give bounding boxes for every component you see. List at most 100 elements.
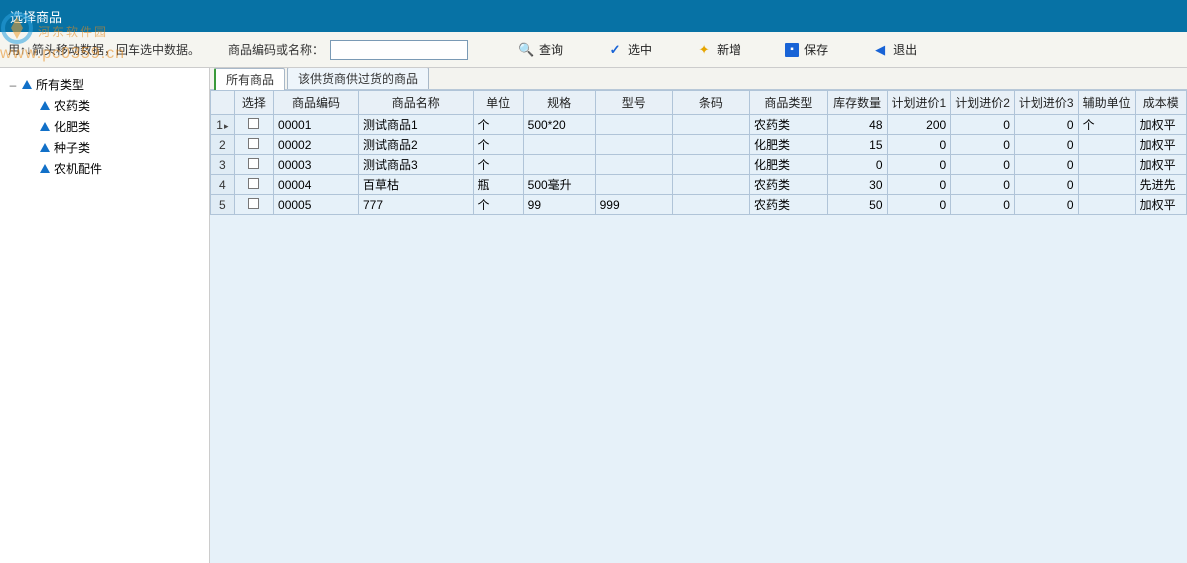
tree-item-3[interactable]: 农机配件 — [4, 158, 205, 179]
cell-barcode — [672, 195, 749, 215]
query-label: 查询 — [539, 41, 563, 58]
col-name[interactable]: 商品名称 — [359, 91, 474, 115]
grid-scroll[interactable]: 选择 商品编码 商品名称 单位 规格 型号 条码 商品类型 库存数量 计划进价1… — [210, 90, 1187, 563]
col-p1[interactable]: 计划进价1 — [887, 91, 951, 115]
cell-name: 测试商品2 — [359, 135, 474, 155]
tab-supplier-products[interactable]: 该供货商供过货的商品 — [287, 68, 429, 89]
query-button[interactable]: 🔍 查询 — [508, 38, 573, 61]
arrow-up-icon — [40, 101, 50, 110]
cell-name: 777 — [359, 195, 474, 215]
select-button[interactable]: 选中 — [597, 38, 662, 61]
cell-cost: 加权平 — [1135, 195, 1186, 215]
tab-all-products[interactable]: 所有商品 — [214, 68, 285, 90]
window-title: 选择商品 — [10, 7, 62, 26]
cell-p1: 0 — [887, 135, 951, 155]
tree-item-label: 农药类 — [54, 97, 90, 114]
toolbar-hint: 用↑↓箭头移动数据，回车选中数据。 — [8, 41, 200, 58]
arrow-up-icon — [40, 122, 50, 131]
table-row[interactable]: 300003测试商品3个化肥类0000加权平 — [211, 155, 1187, 175]
table-row[interactable]: 500005777个99999农药类50000加权平 — [211, 195, 1187, 215]
category-tree: – 所有类型 农药类 化肥类 种子类 农机配件 — [0, 68, 210, 563]
search-label: 商品编码或名称： — [228, 41, 324, 58]
cell-spec — [523, 155, 595, 175]
cell-code: 00004 — [274, 175, 359, 195]
cell-stock: 50 — [827, 195, 887, 215]
cell-p2: 0 — [951, 175, 1015, 195]
cell-p2: 0 — [951, 195, 1015, 215]
tree-root[interactable]: – 所有类型 — [4, 74, 205, 95]
row-select[interactable] — [234, 115, 273, 135]
cell-p3: 0 — [1014, 175, 1078, 195]
table-row[interactable]: 200002测试商品2个化肥类15000加权平 — [211, 135, 1187, 155]
row-select[interactable] — [234, 195, 273, 215]
tabs: 所有商品 该供货商供过货的商品 — [210, 68, 1187, 90]
row-select[interactable] — [234, 175, 273, 195]
cell-barcode — [672, 175, 749, 195]
cell-model — [595, 175, 672, 195]
tree-item-2[interactable]: 种子类 — [4, 137, 205, 158]
cell-p3: 0 — [1014, 115, 1078, 135]
cell-code: 00003 — [274, 155, 359, 175]
row-number: 3 — [211, 155, 235, 175]
cell-barcode — [672, 115, 749, 135]
cell-cost: 加权平 — [1135, 135, 1186, 155]
add-button[interactable]: 新增 — [686, 38, 751, 61]
cell-model — [595, 115, 672, 135]
cell-code: 00001 — [274, 115, 359, 135]
row-select[interactable] — [234, 135, 273, 155]
cell-type: 农药类 — [750, 115, 828, 135]
col-spec[interactable]: 规格 — [523, 91, 595, 115]
save-button[interactable]: 保存 — [775, 38, 838, 61]
cell-unit: 个 — [473, 135, 523, 155]
col-barcode[interactable]: 条码 — [672, 91, 749, 115]
cell-type: 化肥类 — [750, 135, 828, 155]
row-select[interactable] — [234, 155, 273, 175]
select-label: 选中 — [628, 41, 652, 58]
save-label: 保存 — [804, 41, 828, 58]
cell-cost: 先进先 — [1135, 175, 1186, 195]
col-cost[interactable]: 成本模 — [1135, 91, 1186, 115]
cell-spec — [523, 135, 595, 155]
exit-button[interactable]: 退出 — [862, 38, 927, 61]
tree-item-1[interactable]: 化肥类 — [4, 116, 205, 137]
cell-stock: 15 — [827, 135, 887, 155]
col-code[interactable]: 商品编码 — [274, 91, 359, 115]
col-select[interactable]: 选择 — [234, 91, 273, 115]
col-aunit[interactable]: 辅助单位 — [1078, 91, 1135, 115]
table-row[interactable]: 1▸00001测试商品1个500*20农药类4820000个加权平 — [211, 115, 1187, 135]
col-type[interactable]: 商品类型 — [750, 91, 828, 115]
col-p2[interactable]: 计划进价2 — [951, 91, 1015, 115]
arrow-up-icon — [22, 80, 32, 89]
cell-barcode — [672, 155, 749, 175]
row-number: 1▸ — [211, 115, 235, 135]
tree-item-label: 化肥类 — [54, 118, 90, 135]
cell-p1: 0 — [887, 175, 951, 195]
table-row[interactable]: 400004百草枯瓶500毫升农药类30000先进先 — [211, 175, 1187, 195]
cell-code: 00002 — [274, 135, 359, 155]
col-unit[interactable]: 单位 — [473, 91, 523, 115]
cell-stock: 48 — [827, 115, 887, 135]
cell-stock: 0 — [827, 155, 887, 175]
cell-spec: 500*20 — [523, 115, 595, 135]
cell-barcode — [672, 135, 749, 155]
cell-name: 百草枯 — [359, 175, 474, 195]
check-icon — [607, 42, 623, 58]
cell-aunit — [1078, 195, 1135, 215]
exit-icon — [872, 42, 888, 58]
cell-aunit — [1078, 135, 1135, 155]
cell-p1: 200 — [887, 115, 951, 135]
cell-p2: 0 — [951, 155, 1015, 175]
cell-type: 农药类 — [750, 175, 828, 195]
toolbar: 用↑↓箭头移动数据，回车选中数据。 商品编码或名称： 🔍 查询 选中 新增 保存… — [0, 32, 1187, 68]
cell-unit: 个 — [473, 115, 523, 135]
tree-item-0[interactable]: 农药类 — [4, 95, 205, 116]
search-input[interactable] — [330, 40, 468, 60]
save-icon — [785, 43, 799, 57]
arrow-up-icon — [40, 164, 50, 173]
col-stock[interactable]: 库存数量 — [827, 91, 887, 115]
cell-p1: 0 — [887, 195, 951, 215]
col-model[interactable]: 型号 — [595, 91, 672, 115]
cell-unit: 个 — [473, 155, 523, 175]
collapse-icon: – — [8, 78, 18, 92]
col-p3[interactable]: 计划进价3 — [1014, 91, 1078, 115]
